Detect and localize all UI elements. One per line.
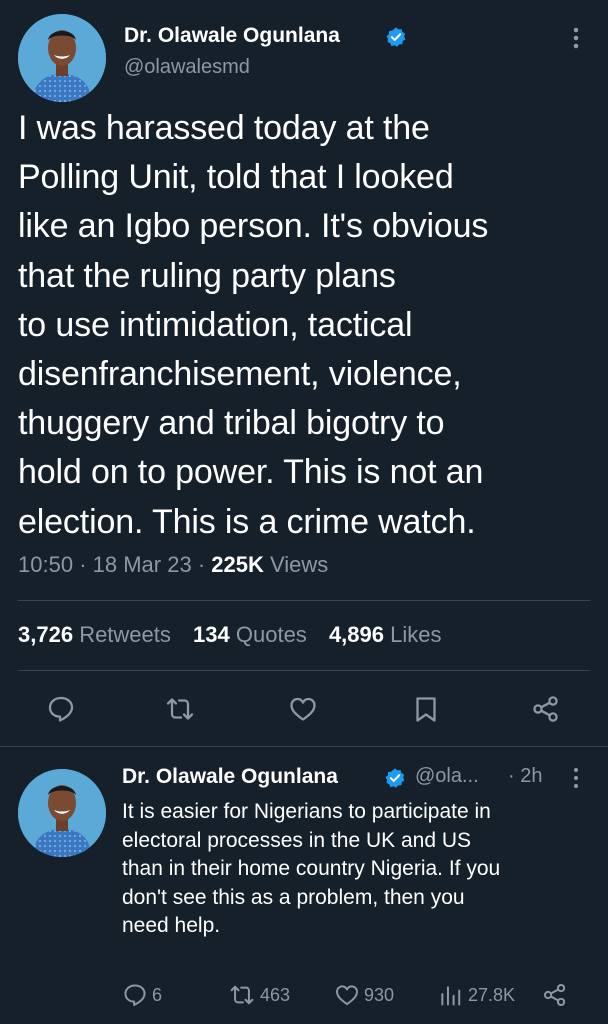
- tweet-text-line: I was harassed today at the: [18, 109, 430, 147]
- author-avatar[interactable]: [18, 14, 106, 102]
- more-options-icon[interactable]: [566, 26, 586, 50]
- tweet-time[interactable]: 10:50: [18, 552, 73, 577]
- reply-count: 6: [152, 984, 163, 1005]
- bookmark-button[interactable]: [411, 694, 441, 724]
- reply-timestamp[interactable]: · 2h: [508, 765, 542, 788]
- tweet-separator: [0, 746, 608, 747]
- tweet-meta: 10:50 · 18 Mar 23 · 225K Views: [18, 552, 328, 578]
- quotes-label: Quotes: [235, 622, 307, 647]
- share-button[interactable]: [531, 694, 561, 724]
- tweet-text-line: disenfranchisement, violence,: [18, 355, 462, 394]
- reply-icon: [48, 696, 74, 722]
- engagement-stats: 3,726 Retweets 134 Quotes 4,896 Likes: [18, 622, 457, 648]
- like-button[interactable]: [288, 694, 318, 724]
- likes-stat[interactable]: 4,896 Likes: [329, 622, 442, 647]
- views-count: 225K: [211, 552, 264, 577]
- verified-badge-icon: [384, 767, 406, 794]
- analytics-icon: [441, 986, 461, 1006]
- tweet-text-line: thuggery and tribal bigotry to: [18, 404, 445, 443]
- retweets-stat[interactable]: 3,726 Retweets: [18, 622, 171, 647]
- tweet-text-line: election. This is a crime watch.: [18, 502, 476, 541]
- reply-author-name[interactable]: Dr. Olawale Ogunlana: [122, 765, 338, 789]
- author-handle[interactable]: @olawalesmd: [124, 56, 250, 79]
- like-icon: [336, 985, 358, 1006]
- quotes-count: 134: [193, 622, 230, 647]
- divider: [18, 670, 590, 671]
- more-options-icon[interactable]: [568, 766, 584, 790]
- share-icon: [543, 983, 566, 1007]
- tweet-text-line: like an Igbo person. It's obvious: [18, 207, 489, 246]
- bookmark-icon: [416, 697, 436, 722]
- tweet-text-line: that the ruling party plans: [18, 256, 396, 295]
- avatar-image: [18, 14, 106, 102]
- like-icon: [290, 697, 316, 721]
- views-label: Views: [270, 552, 329, 577]
- tweet-text: I was harassed today at the Polling Unit…: [18, 104, 598, 547]
- meta-separator: ·: [197, 552, 206, 577]
- avatar-image: [18, 769, 106, 857]
- retweets-count: 3,726: [18, 622, 74, 647]
- reply-text-line: don't see this as a problem, then you: [122, 885, 465, 909]
- reply-button[interactable]: [46, 694, 76, 724]
- likes-count: 4,896: [328, 622, 384, 647]
- reply-author-avatar[interactable]: [18, 769, 106, 857]
- reply-text-line: than in their home country Nigeria. If y…: [122, 857, 501, 881]
- reply-text-line: It is easier for Nigerians to participat…: [122, 800, 491, 823]
- tweet-text-line: Polling Unit, told that I looked: [18, 158, 454, 197]
- retweet-icon: [166, 698, 194, 720]
- quotes-stat[interactable]: 134 Quotes: [193, 622, 307, 647]
- retweet-count: 463: [260, 984, 291, 1005]
- tweet-text-line: hold on to power. This is not an: [18, 453, 484, 492]
- reply-text-line: need help.: [122, 914, 221, 938]
- reply-text-line: electoral processes in the UK and US: [122, 828, 472, 852]
- retweets-label: Retweets: [79, 622, 171, 647]
- like-count: 930: [364, 984, 395, 1005]
- reply-share-button[interactable]: [542, 982, 572, 1008]
- reply-icon: [124, 984, 146, 1006]
- verified-badge-icon: [385, 26, 407, 53]
- tweet-date[interactable]: 18 Mar 23: [93, 552, 192, 577]
- views-count: 27.8K: [468, 984, 516, 1005]
- reply-reply-button[interactable]: 6: [122, 982, 162, 1008]
- retweet-icon: [230, 985, 254, 1005]
- divider: [18, 600, 590, 601]
- retweet-button[interactable]: [164, 694, 194, 724]
- reply-views-button[interactable]: 27.8K: [438, 982, 515, 1008]
- reply-author-handle[interactable]: @ola...: [415, 765, 479, 788]
- likes-label: Likes: [390, 622, 442, 647]
- author-name[interactable]: Dr. Olawale Ogunlana: [124, 24, 340, 48]
- tweet-text-line: to use intimidation, tactical: [18, 305, 413, 344]
- share-icon: [533, 696, 558, 722]
- meta-separator: ·: [79, 552, 87, 577]
- reply-text: It is easier for Nigerians to participat…: [122, 798, 602, 941]
- reply-retweet-button[interactable]: 463: [228, 982, 290, 1008]
- reply-like-button[interactable]: 930: [334, 982, 394, 1008]
